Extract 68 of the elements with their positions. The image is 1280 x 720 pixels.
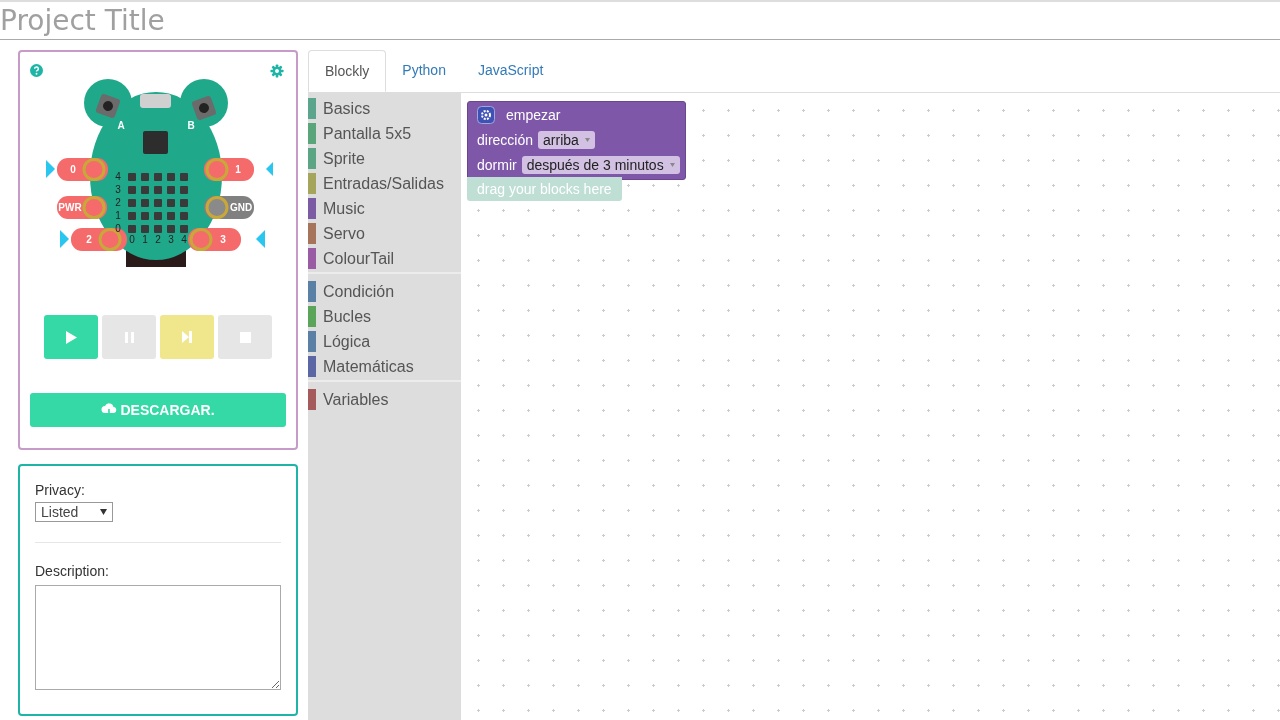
toolbox-category[interactable]: Sprite bbox=[308, 146, 461, 171]
editor-tab[interactable]: Blockly bbox=[308, 50, 387, 92]
led-column-number: 1 bbox=[142, 234, 148, 245]
toolbox-category[interactable]: Bucles bbox=[308, 304, 461, 329]
category-label: Pantalla 5x5 bbox=[323, 124, 412, 143]
caret-icon bbox=[100, 509, 107, 515]
button-label: A bbox=[117, 120, 125, 131]
category-label: Basics bbox=[323, 99, 371, 118]
led-row-number: 3 bbox=[115, 184, 121, 195]
stop-icon bbox=[239, 331, 251, 343]
led-row-number: 4 bbox=[115, 171, 121, 182]
pin-label: GND bbox=[229, 202, 253, 213]
category-label: Condición bbox=[323, 282, 395, 301]
play-icon bbox=[65, 330, 77, 344]
editor-tab[interactable]: Python bbox=[386, 50, 462, 92]
pause-icon bbox=[124, 331, 134, 343]
category-label: Entradas/Salidas bbox=[323, 174, 444, 193]
block-dropdown[interactable]: arriba bbox=[538, 131, 595, 149]
block-dropdown[interactable]: después de 3 minutos bbox=[521, 156, 680, 174]
toolbox-category[interactable]: Servo bbox=[308, 221, 461, 246]
caret-icon bbox=[669, 163, 675, 167]
pin-label: 3 bbox=[220, 234, 226, 245]
step-button[interactable] bbox=[160, 315, 214, 359]
caret-icon bbox=[584, 138, 590, 142]
toolbox-category[interactable]: Variables bbox=[308, 387, 461, 412]
category-label: Sprite bbox=[323, 149, 365, 168]
toolbox-category[interactable]: Music bbox=[308, 196, 461, 221]
led-column-number: 0 bbox=[129, 234, 135, 245]
block-field-label: dormir bbox=[477, 157, 517, 173]
category-label: Lógica bbox=[323, 332, 371, 351]
toolbox-category[interactable]: Condición bbox=[308, 279, 461, 304]
help-icon[interactable] bbox=[30, 64, 43, 77]
block-title: empezar bbox=[506, 107, 561, 123]
settings-icon[interactable] bbox=[270, 64, 284, 78]
pin-label: 0 bbox=[70, 164, 76, 175]
pin-label: 2 bbox=[86, 234, 92, 245]
start-block[interactable]: empezar dirección arriba dormir después de 3 minutos bbox=[467, 101, 686, 180]
category-label: Bucles bbox=[323, 307, 372, 326]
block-field-label: dirección bbox=[477, 132, 534, 148]
category-label: Matemáticas bbox=[323, 357, 414, 376]
button-label: B bbox=[187, 120, 195, 131]
pin-label: 1 bbox=[235, 164, 241, 175]
description-field[interactable] bbox=[35, 585, 281, 690]
led-column-number: 4 bbox=[181, 234, 187, 245]
privacy-select[interactable]: Listed bbox=[35, 502, 113, 522]
category-label: Music bbox=[323, 199, 365, 218]
description-label: Description: bbox=[35, 563, 109, 579]
editor-tab[interactable]: JavaScript bbox=[461, 50, 560, 92]
toolbox-category[interactable]: Matemáticas bbox=[308, 354, 461, 379]
project-title-field[interactable]: Project Title bbox=[0, 0, 1280, 40]
category-label: Servo bbox=[323, 224, 365, 243]
pin-label: PWR bbox=[58, 202, 82, 213]
toolbox-category[interactable]: Basics bbox=[308, 96, 461, 121]
toolbox-category[interactable]: Pantalla 5x5 bbox=[308, 121, 461, 146]
led-row-number: 1 bbox=[115, 210, 121, 221]
led-row-number: 2 bbox=[115, 197, 121, 208]
toolbox-category[interactable]: Entradas/Salidas bbox=[308, 171, 461, 196]
category-label: ColourTail bbox=[323, 249, 395, 268]
toolbox-category[interactable]: Lógica bbox=[308, 329, 461, 354]
privacy-label: Privacy: bbox=[35, 482, 85, 498]
category-label: Variables bbox=[323, 390, 389, 409]
gear-icon bbox=[477, 106, 495, 124]
toolbox-category[interactable]: ColourTail bbox=[308, 246, 461, 271]
led-column-number: 3 bbox=[168, 234, 174, 245]
step-icon bbox=[182, 331, 192, 343]
led-column-number: 2 bbox=[155, 234, 161, 245]
drop-hint: drag your blocks here bbox=[467, 177, 622, 201]
play-button[interactable] bbox=[44, 315, 98, 359]
